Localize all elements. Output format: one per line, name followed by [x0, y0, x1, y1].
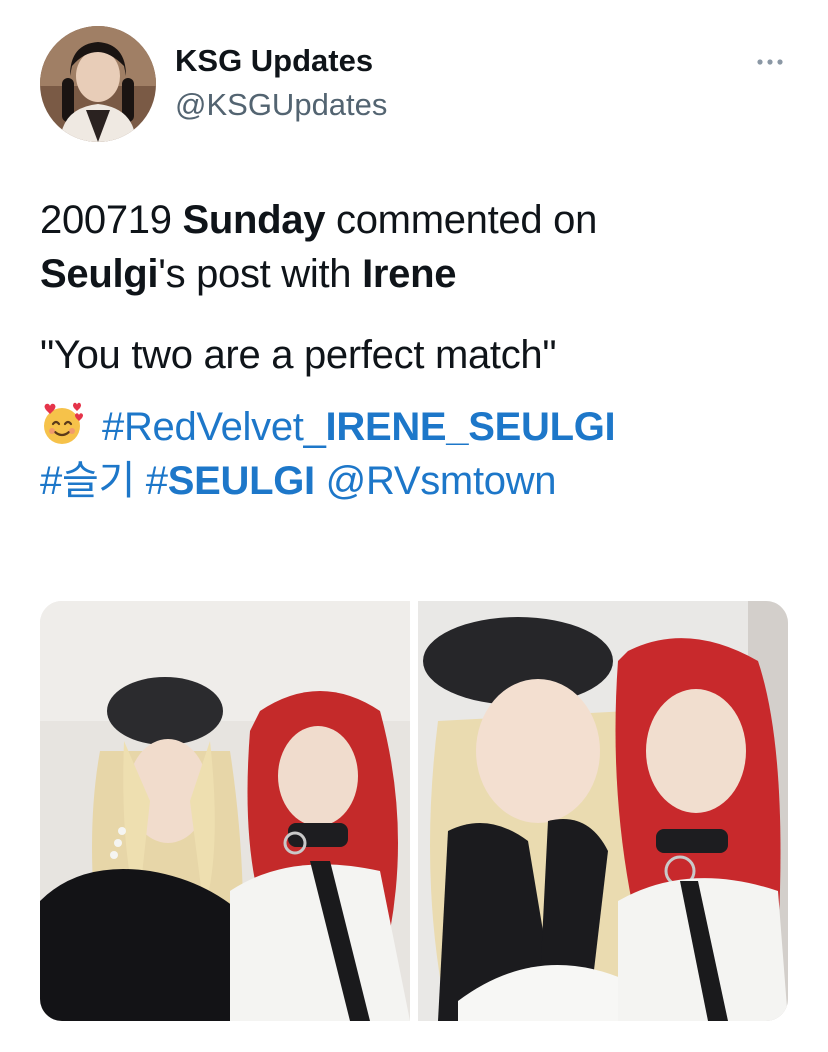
smiling-face-with-hearts-icon: [40, 402, 84, 446]
hashtag-prefix: #RedVelvet_: [102, 405, 326, 449]
verb-text: commented on: [336, 198, 598, 242]
hashtag-bold-part: IRENE_SEULGI: [325, 405, 616, 449]
hashtag-seulgi-bold: SEULGI: [167, 459, 315, 503]
name-seulgi: Seulgi: [40, 252, 159, 296]
profile-photo-icon: [40, 26, 156, 142]
mention-rvsmtown[interactable]: @RVsmtown: [326, 459, 557, 503]
tweet-line-tags-1: #RedVelvet_IRENE_SEULGI: [40, 400, 800, 454]
more-options-button[interactable]: [750, 46, 790, 76]
name-sunday: Sunday: [182, 198, 326, 242]
tweet-line-1: 200719 Sunday commented on: [40, 193, 800, 247]
hashtag-redvelvet-irene-seulgi[interactable]: #RedVelvet_IRENE_SEULGI: [102, 405, 616, 449]
date-text: 200719: [40, 198, 172, 242]
tweet-text: 200719 Sunday commented on Seulgi's post…: [40, 193, 800, 508]
hashtag-seulgi[interactable]: #SEULGI: [146, 459, 315, 503]
photo-left-image: [40, 601, 410, 1021]
quote-text: "You two are a perfect match": [40, 333, 557, 377]
tweet-line-2: Seulgi's post with Irene: [40, 247, 800, 301]
photo-2[interactable]: [418, 601, 788, 1021]
more-dots-icon: [757, 59, 783, 65]
media-grid: [40, 601, 788, 1021]
hashtag-seulgi-korean[interactable]: #슬기: [40, 459, 135, 503]
hashtag-hash: #: [145, 459, 168, 503]
photo-1[interactable]: [40, 601, 410, 1021]
avatar[interactable]: [40, 26, 156, 142]
possessive-text: 's post with: [158, 252, 352, 296]
tweet-line-tags-2: #슬기 #SEULGI @RVsmtown: [40, 454, 800, 508]
author-display-name[interactable]: KSG Updates: [175, 42, 373, 80]
name-irene: Irene: [362, 252, 457, 296]
author-handle[interactable]: @KSGUpdates: [175, 86, 387, 124]
photo-right-image: [418, 601, 788, 1021]
